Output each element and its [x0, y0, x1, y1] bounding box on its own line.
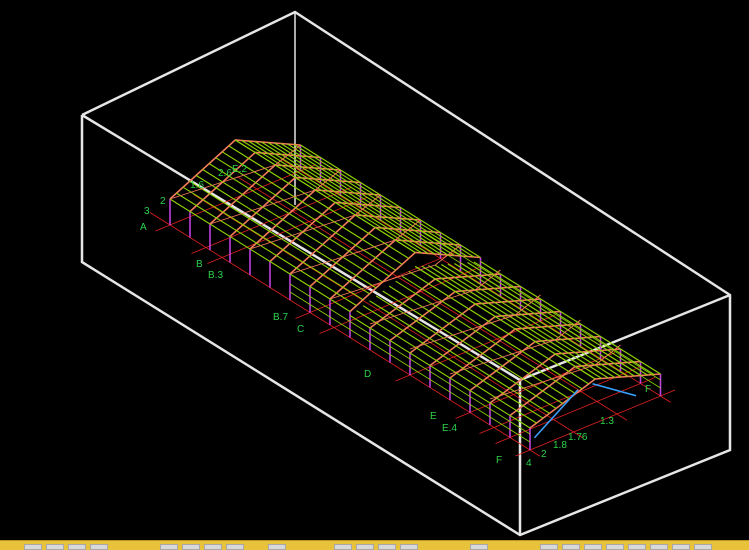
taskbar-slot[interactable] — [204, 544, 222, 550]
purlin — [454, 263, 635, 377]
bounding-box-edge — [80, 10, 732, 537]
roof-brace — [209, 189, 316, 225]
taskbar — [0, 540, 749, 550]
taskbar-slot[interactable] — [694, 544, 712, 550]
grid-label-4: 4 — [526, 458, 532, 469]
roof-brace — [249, 214, 356, 250]
taskbar-slot[interactable] — [68, 544, 86, 550]
taskbar-slot[interactable] — [356, 544, 374, 550]
purlin — [382, 290, 563, 404]
purlin — [434, 264, 616, 378]
grid-label-B: B — [196, 259, 203, 270]
grid-label-176: 1.76 — [568, 432, 588, 443]
taskbar-slot[interactable] — [650, 544, 668, 550]
purlin — [375, 295, 557, 409]
roof-brace — [329, 264, 436, 300]
gridline-transverse — [515, 389, 676, 457]
grid-label-13: 1.3 — [600, 416, 614, 427]
taskbar-slot[interactable] — [584, 544, 602, 550]
taskbar-slot[interactable] — [540, 544, 558, 550]
roof-brace — [369, 289, 476, 325]
purlin — [280, 143, 462, 257]
taskbar-slot[interactable] — [182, 544, 200, 550]
grid-label-F_lo: F — [496, 455, 502, 466]
purlin — [356, 310, 537, 424]
taskbar-slot[interactable] — [628, 544, 646, 550]
grid-label-F_hi: F — [645, 384, 651, 395]
taskbar-slot[interactable] — [268, 544, 286, 550]
grid-label-C: C — [297, 324, 304, 335]
grid-label-B7: B.7 — [273, 312, 288, 323]
purlin — [248, 140, 429, 254]
grid-label-r1: 1.6 — [190, 180, 204, 191]
grid-label-A: A — [140, 222, 147, 233]
taskbar-slot[interactable] — [24, 544, 42, 550]
purlin — [274, 142, 455, 256]
taskbar-slot[interactable] — [334, 544, 352, 550]
grid-label-r3: E.2 — [232, 164, 247, 175]
purlin — [369, 300, 550, 414]
grid-label-E: E — [430, 411, 437, 422]
taskbar-slot[interactable] — [470, 544, 488, 550]
purlin — [428, 265, 609, 379]
taskbar-slot[interactable] — [160, 544, 178, 550]
grid-label-B3: B.3 — [208, 270, 223, 281]
girt — [420, 229, 661, 381]
grid-label-D: D — [364, 369, 371, 380]
purlin — [293, 144, 475, 258]
roof-brace — [289, 239, 396, 275]
gridline-longitudinal — [236, 176, 628, 421]
structure-model-canvas[interactable]: 32ABB.3B.7CDEE.4F 421.81.761.3F1.62.6 E.2 — [0, 0, 749, 540]
taskbar-slot[interactable] — [378, 544, 396, 550]
taskbar-slot[interactable] — [90, 544, 108, 550]
taskbar-slot[interactable] — [400, 544, 418, 550]
grid-label-r2: 2.6 — [218, 168, 232, 179]
purlin — [421, 265, 603, 379]
taskbar-slot[interactable] — [672, 544, 690, 550]
grid-label-E4: E.4 — [442, 423, 457, 434]
model-viewport-3d[interactable]: 3 2 A B B.3 B.7 C D E E.4 F 4 2 1.8 1.76 1.3 F 1.6 2.6 E.2 — [0, 0, 749, 540]
grid-label-18: 1.8 — [553, 440, 567, 451]
purlin — [467, 262, 648, 376]
grid-label-2: 2 — [160, 196, 166, 207]
taskbar-slot[interactable] — [606, 544, 624, 550]
taskbar-slot[interactable] — [226, 544, 244, 550]
grid-label-2b: 2 — [541, 449, 547, 460]
taskbar-slot[interactable] — [46, 544, 64, 550]
grid-label-3: 3 — [144, 206, 150, 217]
taskbar-slot[interactable] — [562, 544, 580, 550]
